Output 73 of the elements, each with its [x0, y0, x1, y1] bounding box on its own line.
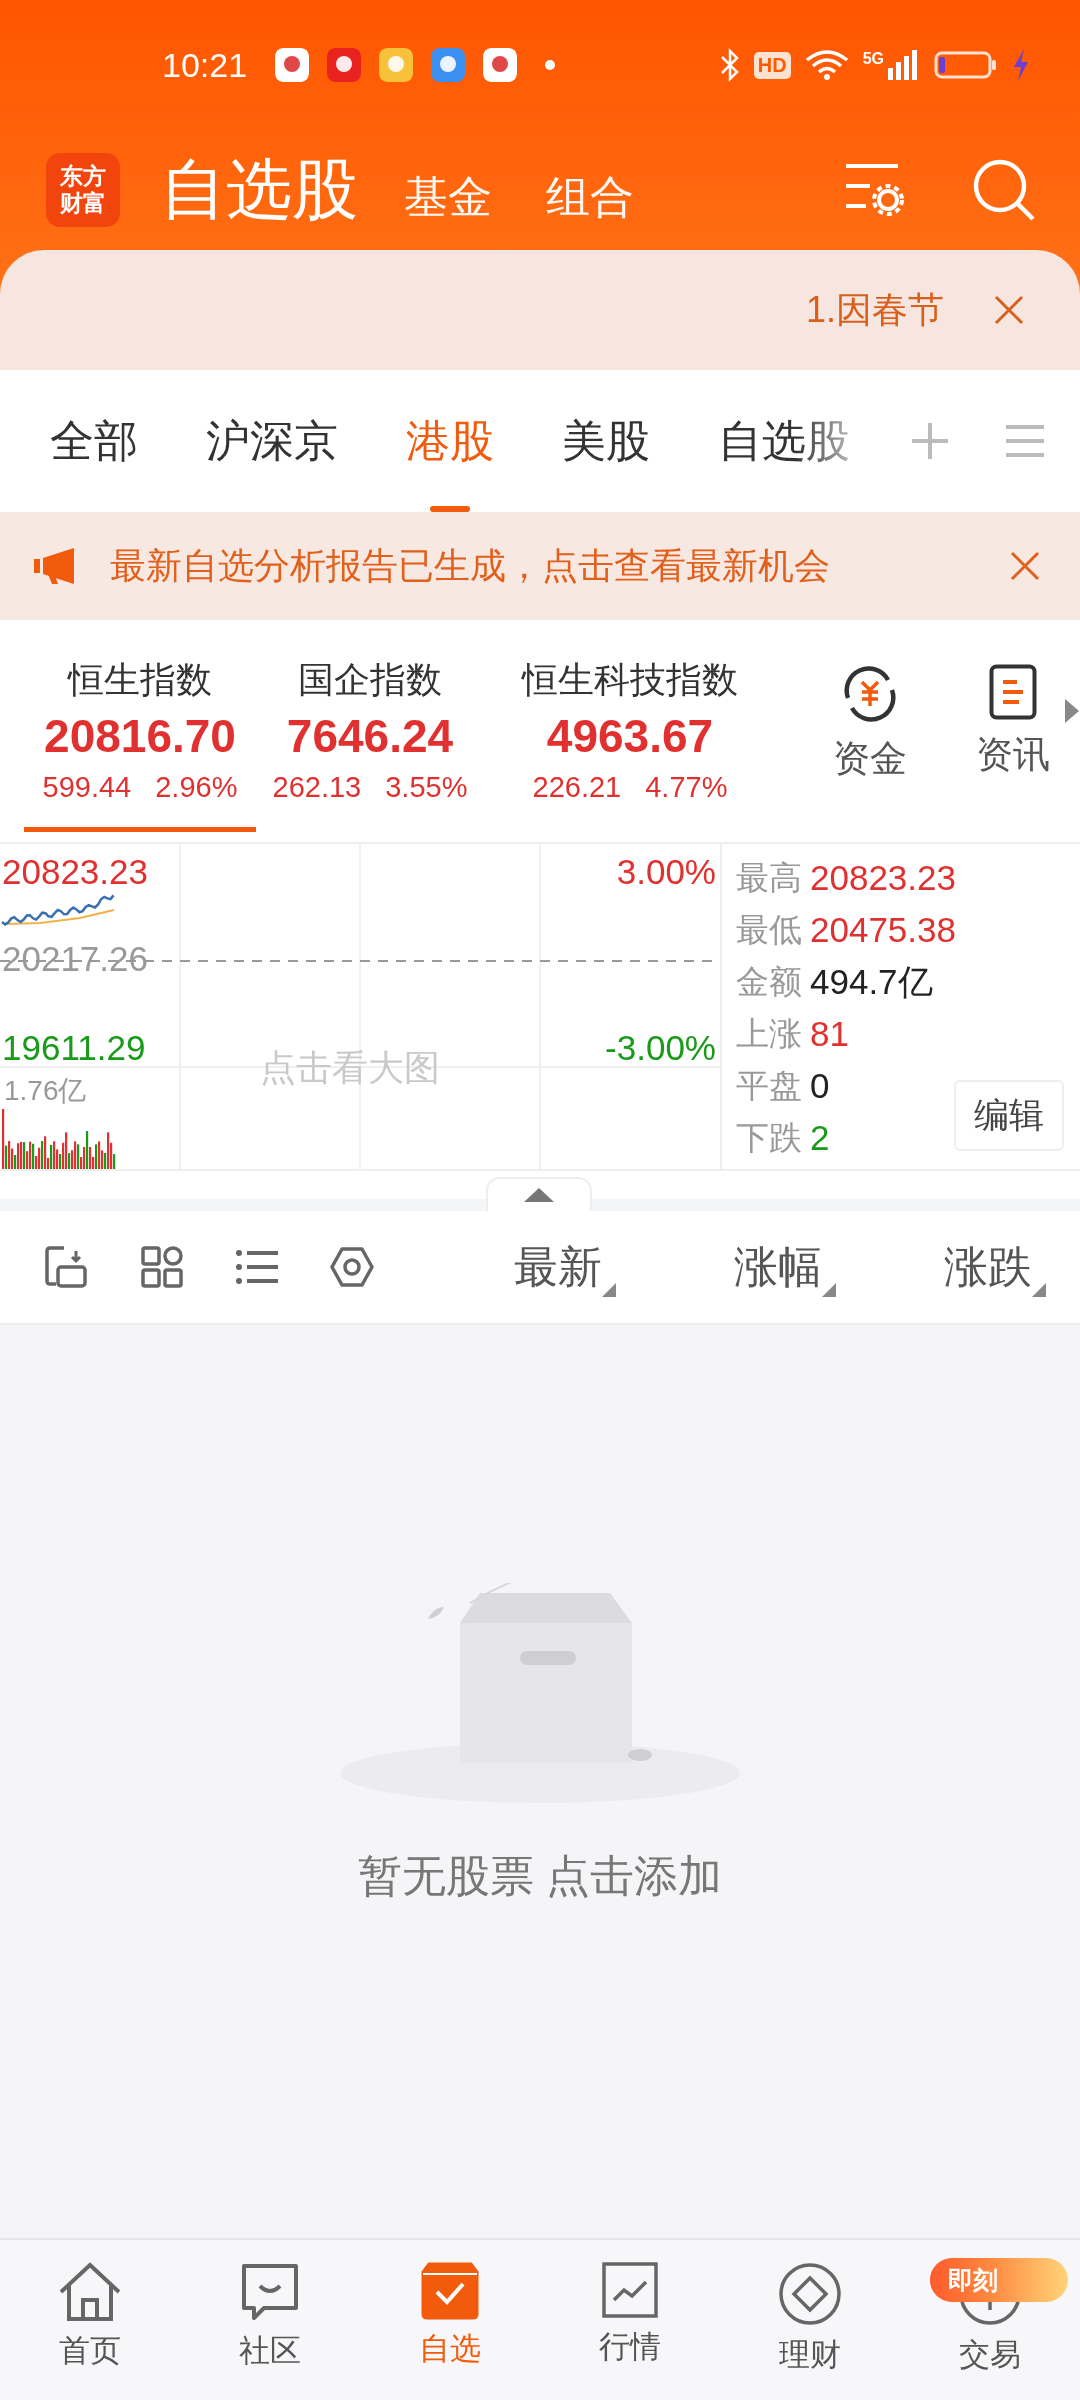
- search-icon[interactable]: [972, 158, 1036, 222]
- stat-value: 0: [810, 1066, 830, 1106]
- document-icon: [988, 664, 1037, 720]
- market-tab[interactable]: 沪深京: [206, 370, 338, 512]
- stat-value: 81: [810, 1014, 849, 1054]
- close-icon[interactable]: [994, 295, 1024, 325]
- sort-header[interactable]: 涨幅: [616, 1237, 836, 1297]
- empty-state-text[interactable]: 暂无股票 点击添加: [357, 1847, 723, 1906]
- market-tab[interactable]: 全部: [50, 370, 138, 512]
- chart-high-label: 20823.23: [2, 852, 148, 892]
- app-icon: [431, 48, 466, 82]
- nav-item[interactable]: 社区: [180, 2240, 360, 2400]
- shortcut-button[interactable]: 资金: [780, 620, 960, 842]
- stat-label: 下跌: [736, 1117, 802, 1158]
- collapse-handle[interactable]: [486, 1177, 592, 1211]
- sort-header[interactable]: 涨跌: [836, 1237, 1080, 1297]
- chart-base-label: 20217.26: [2, 939, 148, 979]
- sort-icon: [822, 1282, 836, 1297]
- switch-view-icon[interactable]: [44, 1245, 88, 1289]
- app-logo: 东方 财富: [46, 153, 120, 227]
- nav-item[interactable]: 理财: [720, 2240, 900, 2400]
- stat-value: 494.7亿: [810, 960, 933, 1003]
- line-chart-icon: [602, 2262, 658, 2318]
- stat-value: 20823.23: [810, 858, 956, 898]
- chart-low-percent: -3.00%: [605, 1028, 716, 1068]
- app-icon: [327, 48, 362, 82]
- hd-indicator: HD: [753, 51, 791, 79]
- stat-label: 金额: [736, 961, 802, 1002]
- app-icon: [483, 48, 518, 82]
- battery-icon: [934, 49, 998, 81]
- notification-dot: [545, 60, 556, 70]
- add-icon[interactable]: [910, 421, 950, 461]
- index-card[interactable]: 国企指数 7646.24 262.13 3.55%: [264, 620, 476, 832]
- chart-high-percent: 3.00%: [616, 852, 716, 892]
- app-icon: [379, 48, 414, 82]
- intraday-chart[interactable]: [0, 844, 720, 1169]
- chart-low-label: 19611.29: [2, 1028, 146, 1068]
- sort-icon: [602, 1282, 616, 1297]
- stat-label: 平盘: [736, 1065, 802, 1106]
- network-type: 5G: [862, 50, 884, 68]
- sort-header[interactable]: 最新: [396, 1237, 616, 1297]
- wifi-icon: [804, 48, 849, 82]
- diamond-circle-icon: [778, 2262, 842, 2326]
- charging-bolt-icon: [1012, 48, 1030, 82]
- chat-bubble-icon: [240, 2262, 300, 2322]
- sort-icon: [1032, 1282, 1046, 1297]
- edit-button[interactable]: 编辑: [954, 1080, 1064, 1151]
- market-tab[interactable]: 美股: [562, 370, 650, 512]
- close-icon[interactable]: [1010, 551, 1040, 581]
- app-icon: [275, 48, 310, 82]
- volume-label: 1.76亿: [4, 1074, 87, 1108]
- signal-icon: [886, 48, 920, 82]
- menu-icon[interactable]: [1006, 424, 1044, 458]
- stat-label: 最低: [736, 909, 802, 950]
- market-tab[interactable]: 自选股: [718, 370, 850, 512]
- status-time: 10:21: [162, 45, 248, 85]
- bluetooth-icon: [719, 48, 740, 82]
- settings-icon[interactable]: [330, 1245, 374, 1289]
- nav-item[interactable]: 首页: [0, 2240, 180, 2400]
- checked-box-icon: [421, 2262, 479, 2320]
- promo-badge: 即刻: [930, 2258, 1068, 2302]
- home-icon: [57, 2262, 123, 2322]
- grid-icon[interactable]: [140, 1245, 184, 1289]
- stat-value: 2: [810, 1118, 830, 1158]
- index-card[interactable]: 恒生指数 20816.70 599.44 2.96%: [24, 620, 256, 832]
- index-card[interactable]: 恒生科技指数 4963.67 226.21 4.77%: [484, 620, 776, 832]
- more-arrow-icon[interactable]: [1065, 699, 1079, 723]
- list-icon[interactable]: [236, 1248, 278, 1286]
- stat-label: 上涨: [736, 1013, 802, 1054]
- nav-item[interactable]: 行情: [540, 2240, 720, 2400]
- stat-value: 20475.38: [810, 910, 956, 950]
- stat-label: 最高: [736, 857, 802, 898]
- shortcut-button[interactable]: 资讯: [960, 620, 1065, 842]
